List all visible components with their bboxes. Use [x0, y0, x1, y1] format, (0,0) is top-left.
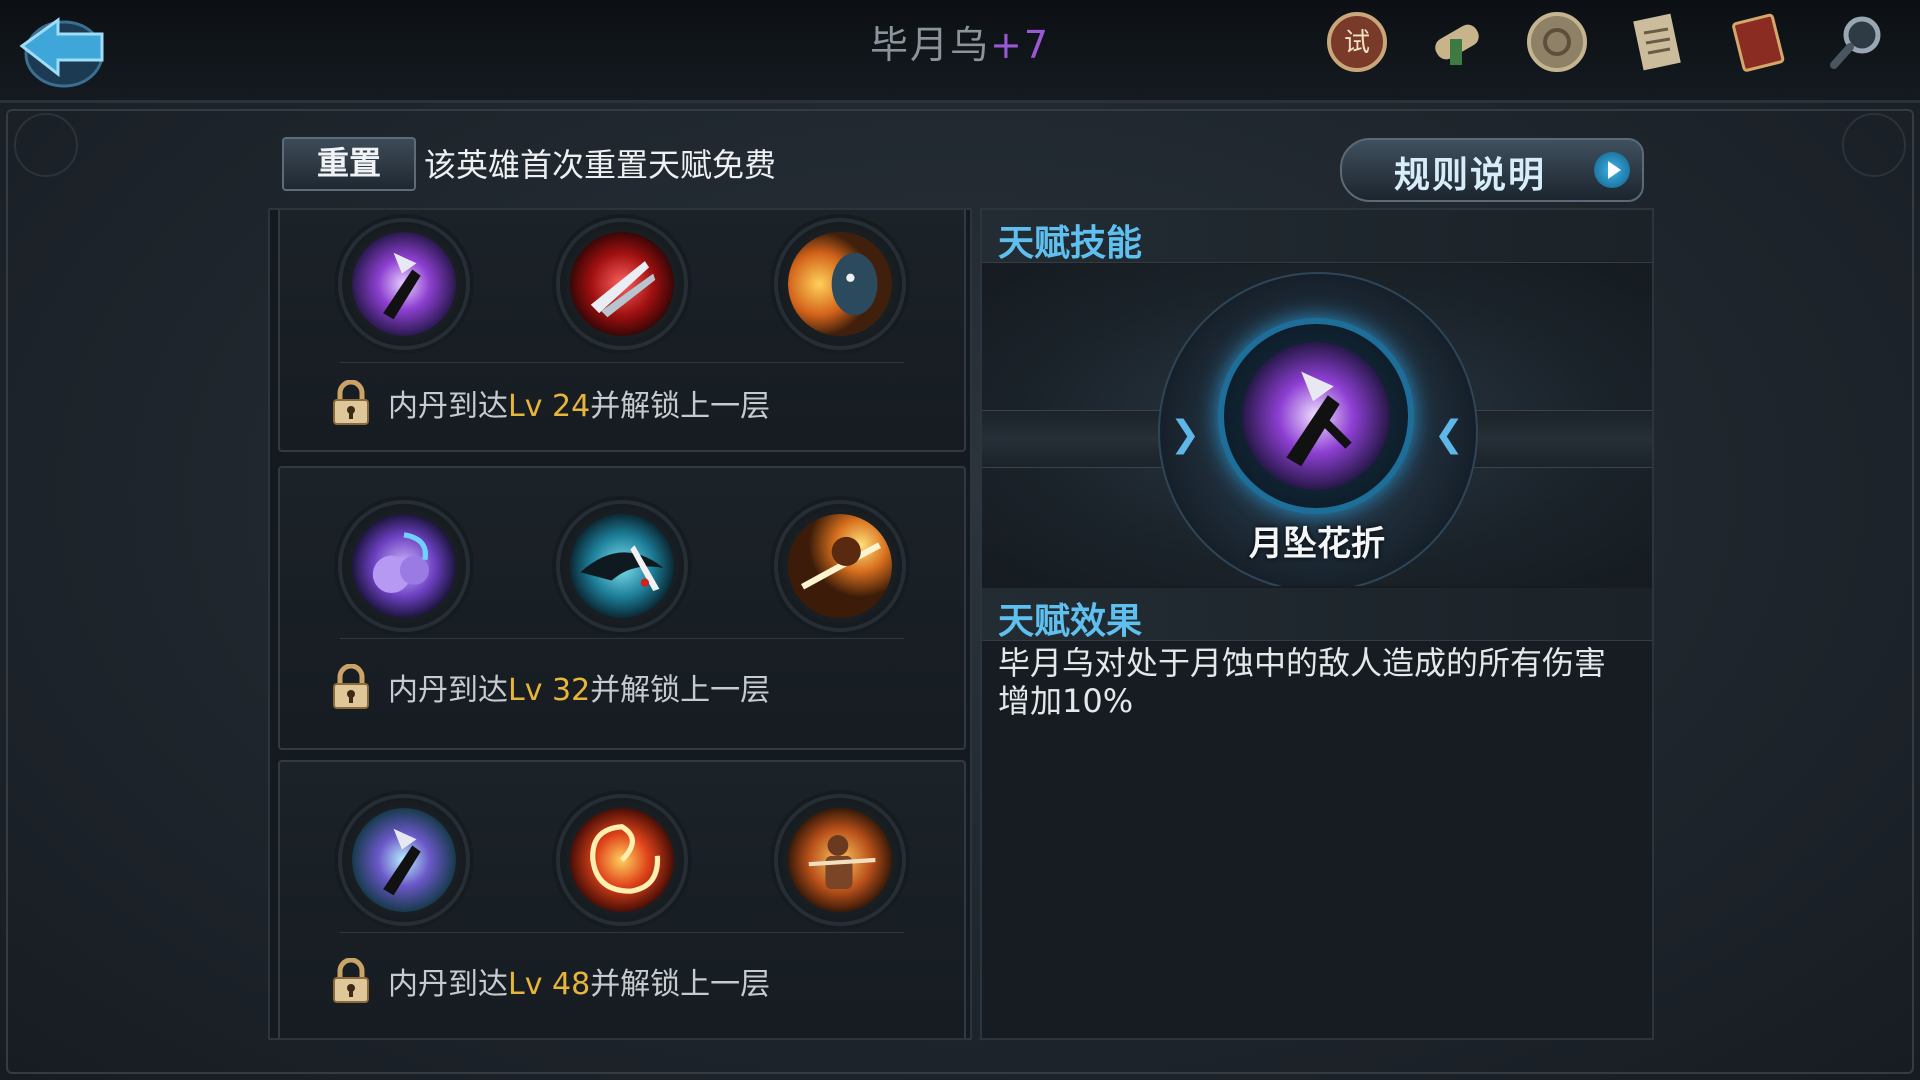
talent-tree[interactable]: 内丹到达Lv 24并解锁上一层 内丹到达Lv 32并解锁上一层 内丹到达Lv 4… — [268, 208, 972, 1040]
required-level: Lv 32 — [508, 673, 591, 708]
talent-effect-heading: 天赋效果 — [998, 601, 1143, 642]
moon-blade-icon — [1242, 342, 1390, 490]
top-bar: 毕月乌+7 试 — [0, 0, 1920, 103]
scroll-icon[interactable] — [1422, 4, 1492, 80]
rules-button-label: 规则说明 — [1394, 155, 1547, 196]
talent-tier: 内丹到达Lv 24并解锁上一层 — [278, 210, 966, 452]
demon-fire-icon — [788, 232, 892, 336]
talent-tier: 内丹到达Lv 48并解锁上一层 — [278, 760, 966, 1038]
moon-blade-icon — [352, 232, 456, 336]
lock-text-suffix: 并解锁上一层 — [590, 967, 771, 1002]
tier-lock-requirement: 内丹到达Lv 48并解锁上一层 — [332, 956, 770, 1006]
tier-lock-requirement: 内丹到达Lv 24并解锁上一层 — [332, 378, 770, 428]
play-arrow-icon — [1594, 152, 1630, 188]
talent-effect-header: 天赋效果 — [982, 588, 1652, 642]
orange-slash-icon — [788, 514, 892, 618]
reset-hint: 该英雄首次重置天赋免费 — [424, 146, 777, 184]
talent-skill-blood-claw[interactable] — [560, 222, 684, 346]
selected-skill-name: 月坠花折 — [1249, 524, 1385, 564]
lock-text-suffix: 并解锁上一层 — [590, 389, 771, 424]
hero-name: 毕月乌 — [869, 23, 990, 67]
coin-icon[interactable] — [1522, 4, 1592, 80]
blood-claw-icon — [570, 232, 674, 336]
wing-right-icon: ❮ — [1433, 414, 1464, 455]
selected-skill-icon[interactable] — [1224, 324, 1408, 508]
book-icon[interactable] — [1722, 4, 1792, 80]
talent-skill-moon-blade-purple[interactable] — [342, 222, 466, 346]
selected-skill-display: ❯ ❮ 月坠花折 — [982, 264, 1652, 586]
padlock-icon — [333, 664, 369, 709]
svg-text:试: 试 — [1344, 28, 1370, 58]
ornament-corner — [1842, 113, 1906, 177]
talent-tier: 内丹到达Lv 32并解锁上一层 — [278, 466, 966, 750]
magnifier-icon[interactable] — [1822, 4, 1892, 80]
lock-text-prefix: 内丹到达 — [388, 673, 508, 708]
lock-text-prefix: 内丹到达 — [388, 389, 508, 424]
talent-effect-description: 毕月乌对处于月蚀中的敌人造成的所有伤害增加10% — [998, 644, 1607, 720]
talent-detail-panel: 天赋技能 ❯ ❮ 月坠花折 天赋效果 毕月乌对处于月蚀中的敌人造成的所有伤害增加… — [980, 208, 1654, 1040]
talent-skill-moon-blade-teal[interactable] — [342, 798, 466, 922]
talent-skill-header: 天赋技能 — [982, 210, 1652, 264]
required-level: Lv 24 — [508, 389, 591, 424]
talent-skill-orange-slash[interactable] — [778, 504, 902, 628]
moon-blade-teal-icon — [352, 808, 456, 912]
padlock-icon — [333, 380, 369, 425]
rules-button[interactable]: 规则说明 — [1340, 138, 1644, 202]
teal-bird-icon — [570, 514, 674, 618]
required-level: Lv 48 — [508, 967, 591, 1002]
document-icon[interactable] — [1622, 4, 1692, 80]
warrior-flame-icon — [788, 808, 892, 912]
lock-text-prefix: 内丹到达 — [388, 967, 508, 1002]
talent-skill-warrior-flame[interactable] — [778, 798, 902, 922]
reset-button[interactable]: 重置 — [282, 137, 416, 191]
talent-skill-fire-vortex[interactable] — [560, 798, 684, 922]
talent-skill-heading: 天赋技能 — [998, 223, 1143, 264]
talent-skill-demon-fire[interactable] — [778, 222, 902, 346]
padlock-icon — [333, 958, 369, 1003]
hero-upgrade-level: +7 — [989, 23, 1051, 67]
trial-seal-icon[interactable]: 试 — [1322, 4, 1392, 80]
talent-skill-purple-cloud[interactable] — [342, 504, 466, 628]
talent-skill-teal-bird[interactable] — [560, 504, 684, 628]
wing-left-icon: ❯ — [1170, 414, 1201, 455]
fire-vortex-icon — [570, 808, 674, 912]
lock-text-suffix: 并解锁上一层 — [590, 673, 771, 708]
tier-lock-requirement: 内丹到达Lv 32并解锁上一层 — [332, 662, 770, 712]
ornament-corner — [14, 113, 78, 177]
top-icon-bar: 试 — [1322, 4, 1892, 80]
purple-cloud-icon — [352, 514, 456, 618]
